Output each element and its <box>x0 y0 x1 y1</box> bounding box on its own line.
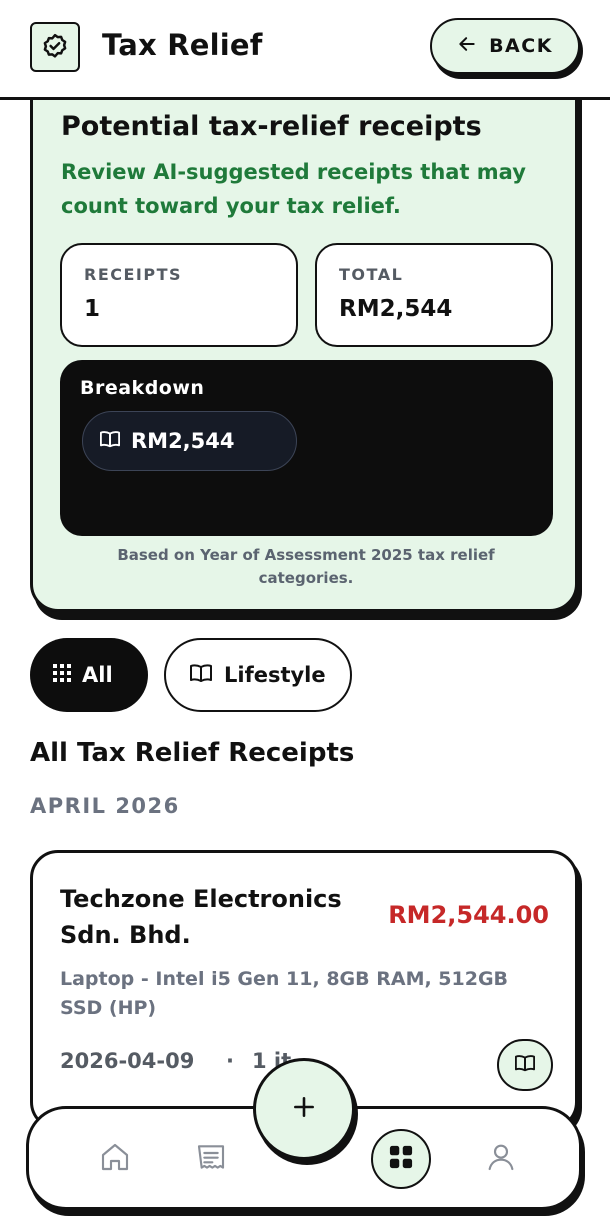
tax-relief-summary-card: Potential tax-relief receipts Review AI-… <box>30 60 578 612</box>
back-button[interactable]: BACK <box>430 18 580 74</box>
add-receipt-button[interactable] <box>253 1058 355 1160</box>
grid-icon <box>387 1143 415 1175</box>
book-icon <box>188 662 214 688</box>
filter-all-label: All <box>82 663 113 687</box>
total-amount-value: RM2,544 <box>339 296 453 322</box>
receipt-date: 2026-04-09 <box>60 1049 195 1073</box>
nav-profile-button[interactable] <box>481 1139 521 1179</box>
nav-home-button[interactable] <box>95 1139 135 1179</box>
book-icon <box>513 1053 537 1077</box>
app-header: Tax Relief BACK <box>0 0 610 100</box>
total-amount-card: TOTAL RM2,544 <box>315 243 553 347</box>
receipts-count-label: RECEIPTS <box>84 265 183 284</box>
grid-icon <box>52 663 72 687</box>
receipt-merchant: Techzone Electronics Sdn. Bhd. <box>60 885 342 949</box>
section-title: All Tax Relief Receipts <box>30 738 355 768</box>
summary-description: Review AI-suggested receipts that may co… <box>61 160 526 218</box>
home-icon <box>99 1141 131 1177</box>
month-group-label: APRIL 2026 <box>30 794 180 818</box>
breakdown-panel: Breakdown RM2,544 <box>60 360 553 536</box>
filter-lifestyle-label: Lifestyle <box>224 663 326 687</box>
summary-title: Potential tax-relief receipts <box>61 111 482 142</box>
nav-tax-relief-button[interactable] <box>371 1129 431 1189</box>
filter-all-button[interactable]: All <box>30 638 148 712</box>
total-amount-label: TOTAL <box>339 265 404 284</box>
breakdown-chip-value: RM2,544 <box>131 429 235 453</box>
filter-lifestyle-button[interactable]: Lifestyle <box>164 638 352 712</box>
tax-relief-badge-icon <box>30 22 80 72</box>
page-title: Tax Relief <box>102 28 263 62</box>
receipt-icon <box>195 1141 227 1177</box>
meta-separator: · <box>226 1049 234 1073</box>
receipts-count-card: RECEIPTS 1 <box>60 243 298 347</box>
breakdown-chip-lifestyle[interactable]: RM2,544 <box>82 411 297 471</box>
book-icon <box>99 429 121 453</box>
nav-receipts-button[interactable] <box>191 1139 231 1179</box>
receipt-amount: RM2,544.00 <box>388 901 549 929</box>
back-button-label: BACK <box>489 35 553 57</box>
user-icon <box>485 1141 517 1177</box>
breakdown-title: Breakdown <box>80 377 205 399</box>
receipt-description: Laptop - Intel i5 Gen 11, 8GB RAM, 512GB… <box>60 968 509 1019</box>
receipts-count-value: 1 <box>84 296 101 322</box>
arrow-left-icon <box>457 34 477 58</box>
plus-icon <box>291 1094 317 1124</box>
category-badge <box>497 1039 553 1091</box>
assessment-footnote: Based on Year of Assessment 2025 tax rel… <box>117 546 495 587</box>
